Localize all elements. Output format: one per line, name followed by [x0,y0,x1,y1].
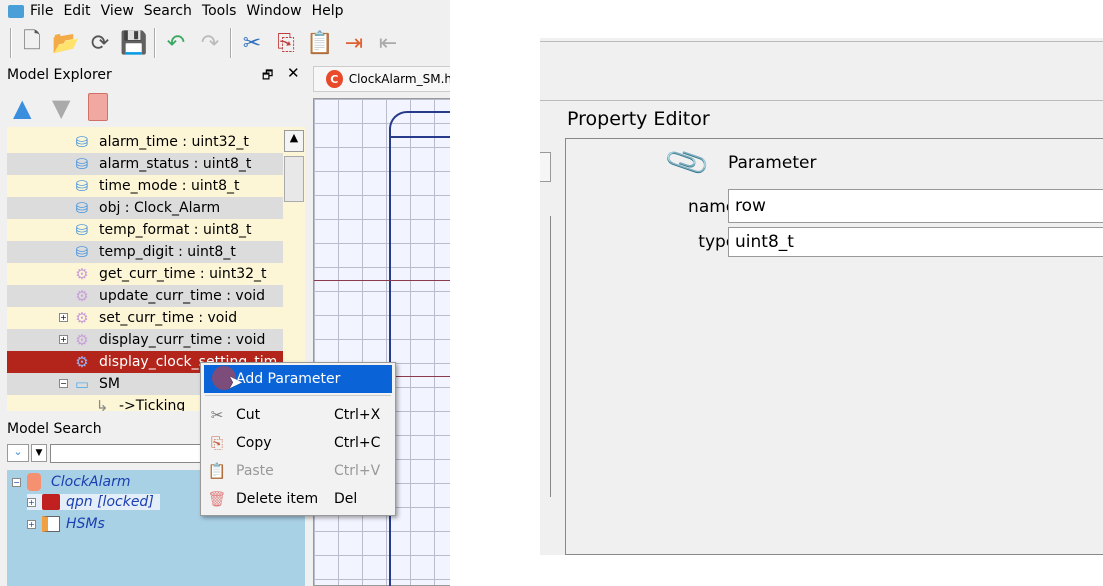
tree-item[interactable]: + HSMs [27,516,105,532]
collapsed-panel-handle[interactable] [540,152,551,182]
collapse-icon[interactable]: − [59,379,68,388]
type-label: type: [698,232,742,252]
save-icon[interactable]: 💾 [120,28,148,58]
tree-item[interactable]: ⛁ time_mode : uint8_t [7,175,283,197]
menu-file[interactable]: File [30,3,53,19]
model-search-title: Model Search [7,421,102,437]
attribute-icon: ⛁ [75,177,89,195]
menu-help[interactable]: Help [312,3,344,19]
operation-icon: ⚙ [75,331,89,349]
name-field[interactable]: row [728,189,1103,223]
redo-icon[interactable]: ↷ [196,28,224,58]
cut-icon[interactable]: ✂ [238,28,266,58]
tree-item[interactable]: ⚙ update_curr_time : void [7,285,283,307]
tree-item[interactable]: ⚙ get_curr_time : uint32_t [7,263,283,285]
search-input[interactable] [50,444,210,463]
paperclip-icon: 📎 [662,138,713,187]
initial-transition-icon: ↳ [95,397,109,411]
tab-clockalarm-sm-h[interactable]: C ClockAlarm_SM.h [313,66,450,92]
mouse-cursor-icon: ➤ [228,372,244,393]
attribute-icon: ⛁ [75,243,89,261]
tree-item[interactable]: ⛁ alarm_time : uint32_t [7,131,283,153]
operation-icon: ⚙ [75,309,89,327]
tree-item[interactable]: − ClockAlarm [12,473,130,491]
menu-tools[interactable]: Tools [202,3,237,19]
menu-item-delete[interactable]: 🗑 Delete item Del [204,485,392,513]
menu-item-paste[interactable]: 📋 Paste Ctrl+V [204,457,392,485]
attribute-icon: ⛁ [75,133,89,151]
scrollbar-thumb[interactable] [284,156,304,202]
package-icon [42,494,60,510]
collapse-icon[interactable]: − [12,477,21,487]
copy-icon: ⎘ [210,434,223,452]
menu-window[interactable]: Window [246,3,301,19]
unlink-icon[interactable]: ⇤ [374,28,402,58]
new-model-icon[interactable]: 🗋 [18,28,46,58]
menu-bar: File Edit View Search Tools Window Help [0,0,450,22]
tree-item[interactable]: + ⚙ set_curr_time : void [7,307,283,329]
qm-main-window: File Edit View Search Tools Window Help … [0,0,450,586]
state-box[interactable] [389,111,450,586]
element-kind: Parameter [728,153,817,173]
cut-icon: ✂ [210,406,224,424]
property-editor-title: Property Editor [567,108,710,130]
chevron-down-icon[interactable]: ▼ [31,444,47,462]
trash-icon: 🗑 [207,490,227,508]
operation-icon: ⚙ [75,287,89,305]
open-icon[interactable]: 📂 [52,28,80,58]
float-icon[interactable]: 🗗 [262,66,273,87]
tree-item[interactable]: − ▭ SM [7,373,207,395]
menu-item-copy[interactable]: ⎘ Copy Ctrl+C [204,429,392,457]
toolbar: 🗋 📂 ⟳ 💾 ↶ ↷ ✂ ⎘ 📋 ⇥ ⇤ [0,24,450,62]
attribute-icon: ⛁ [75,199,89,217]
paste-icon[interactable]: 📋 [306,28,334,58]
undo-icon[interactable]: ↶ [162,28,190,58]
folder-icon [42,516,60,532]
reload-icon[interactable]: ⟳ [86,28,114,58]
attribute-icon: ⛁ [75,221,89,239]
model-icon [27,473,41,491]
tree-item[interactable]: ⛁ temp_format : uint8_t [7,219,283,241]
tree-item[interactable]: ⛁ alarm_status : uint8_t [7,153,283,175]
menu-view[interactable]: View [101,3,134,19]
property-editor-panel: 📎 Parameter name: row type: uint8_t [565,138,1103,555]
operation-icon: ⚙ [75,265,89,283]
type-field[interactable]: uint8_t [728,227,1103,257]
expand-icon[interactable]: + [27,497,36,507]
state-machine-icon: ▭ [74,375,90,393]
expand-icon[interactable]: + [59,313,68,322]
tree-item[interactable]: ⛁ obj : Clock_Alarm [7,197,283,219]
expand-icon[interactable]: + [27,519,36,529]
move-down-icon[interactable]: ▼ [52,94,70,122]
menu-item-cut[interactable]: ✂ Cut Ctrl+X [204,401,392,429]
delete-icon[interactable] [88,93,108,121]
search-options-dropdown[interactable]: ⌄ [7,444,29,462]
model-explorer-title: Model Explorer [7,67,112,83]
attribute-icon: ⛁ [75,155,89,173]
menu-edit[interactable]: Edit [63,3,90,19]
c-file-icon: C [326,70,343,88]
tree-item[interactable]: ⛁ temp_digit : uint8_t [7,241,283,263]
paste-icon: 📋 [207,462,227,480]
copy-icon[interactable]: ⎘ [272,28,300,58]
app-icon [8,4,24,18]
property-editor-window: Property Editor 📎 Parameter name: row ty… [540,38,1103,555]
tree-item[interactable]: + ⚙ display_curr_time : void [7,329,283,351]
move-up-icon[interactable]: ▲ [13,94,31,122]
expand-icon[interactable]: + [59,335,68,344]
tree-item[interactable]: + qpn [locked] [27,494,160,510]
name-label: name: [688,197,742,217]
close-icon[interactable]: ✕ [287,64,300,82]
link-icon[interactable]: ⇥ [340,28,368,58]
menu-search[interactable]: Search [144,3,192,19]
operation-icon: ⚙ [75,353,89,371]
tree-scrollbar[interactable]: ▲ [284,130,304,220]
